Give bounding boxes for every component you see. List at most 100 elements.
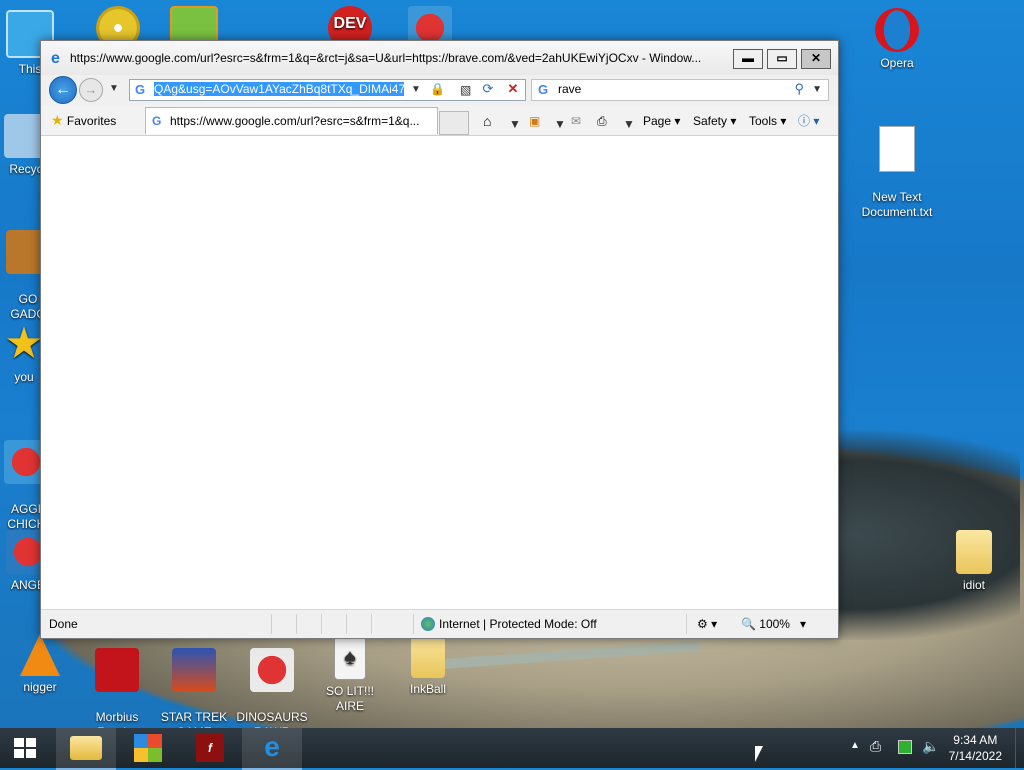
arrow-left-icon: ←: [55, 81, 71, 98]
windows-flag-icon: [134, 734, 162, 762]
search-options-dropdown-icon[interactable]: ▼: [812, 84, 822, 95]
feeds-icon[interactable]: ▣: [529, 111, 540, 131]
tab-current[interactable]: G https://www.google.com/url?esrc=s&frm=…: [145, 107, 438, 134]
clock-date: 7/14/2022: [948, 749, 1002, 763]
printer-icon[interactable]: ⎙: [870, 738, 881, 755]
address-dropdown-icon[interactable]: ▼: [411, 84, 421, 95]
desktop-icon-inkball[interactable]: InkBall: [392, 634, 464, 697]
favorites-label: Favorites: [66, 114, 117, 128]
desktop-icon-label: SO LIT!!! AIRE: [325, 684, 374, 713]
taskbar: f e ▲ ⎙ 🔈 9:34 AM 7/14/2022: [0, 728, 1024, 770]
explorer-icon: [70, 736, 102, 760]
star-wars-game-icon: [172, 648, 216, 692]
taskbar-app-explorer[interactable]: [56, 728, 116, 770]
status-divider: [686, 614, 687, 634]
taskbar-app-windows-flag[interactable]: [118, 728, 178, 768]
arrow-right-icon: →: [84, 82, 98, 97]
status-divider: [296, 614, 297, 634]
desktop-icon-opera[interactable]: Opera: [861, 8, 933, 71]
help-icon[interactable]: ⓘ ▾: [798, 111, 819, 131]
search-box[interactable]: G ⚲ ▼: [531, 79, 829, 101]
show-desktop-button[interactable]: [1015, 728, 1024, 768]
desktop-icon-label: InkBall: [409, 682, 447, 696]
google-icon: G: [135, 82, 146, 97]
feeds-dropdown-icon[interactable]: ▼: [554, 114, 566, 134]
folder-icon: [956, 530, 992, 574]
page-content[interactable]: [41, 136, 838, 610]
solitaire-icon: ♠: [334, 634, 366, 680]
globe-icon: [421, 617, 435, 631]
desktop-icon-vlc[interactable]: nigger: [4, 634, 76, 695]
navigation-bar: ← → ▼ G ▼ 🔒 ▧ ⟳ ✕ G ⚲ ▼: [41, 75, 838, 104]
tab-title: https://www.google.com/url?esrc=s&frm=1&…: [170, 114, 420, 128]
window-titlebar[interactable]: e https://www.google.com/url?esrc=s&frm=…: [41, 41, 838, 75]
window-title: https://www.google.com/url?esrc=s&frm=1&…: [70, 51, 702, 65]
tools-menu[interactable]: Tools ▾: [749, 111, 786, 131]
network-icon[interactable]: [898, 740, 912, 754]
system-tray: ▲ ⎙ 🔈 9:34 AM 7/14/2022: [834, 728, 1024, 768]
stop-icon[interactable]: ✕: [505, 81, 521, 97]
lock-icon[interactable]: 🔒: [430, 82, 445, 96]
history-dropdown-icon[interactable]: ▼: [109, 83, 119, 94]
desktop-icon-label: nigger: [23, 680, 57, 694]
clock-time: 9:34 AM: [953, 733, 998, 747]
popup-blocker-icon[interactable]: ⚙ ▾: [697, 614, 717, 634]
desktop-icon-new-text-document[interactable]: New Text Document.txt: [861, 112, 933, 234]
mouse-cursor-icon: [755, 746, 763, 762]
vlc-cone-icon: [20, 634, 60, 676]
desktop-icon-label: idiot: [962, 578, 985, 592]
page-menu[interactable]: Page ▾: [643, 111, 680, 131]
flash-icon: f: [196, 734, 224, 762]
taskbar-app-flash[interactable]: f: [180, 728, 240, 768]
internet-explorer-window[interactable]: e https://www.google.com/url?esrc=s&frm=…: [40, 40, 839, 639]
windows-logo-icon: [14, 738, 24, 747]
taskbar-app-internet-explorer[interactable]: e: [242, 728, 302, 770]
angry-bird-icon: [250, 648, 294, 692]
internet-explorer-icon: e: [51, 50, 60, 67]
forward-button[interactable]: →: [79, 78, 103, 102]
status-text: Done: [49, 617, 78, 631]
tools-menu-label: Tools: [749, 114, 778, 128]
desktop-icon-solitaire[interactable]: ♠ SO LIT!!! AIRE: [314, 634, 386, 714]
read-mail-icon[interactable]: ✉: [571, 111, 581, 131]
print-icon[interactable]: ⎙: [597, 111, 607, 131]
address-input[interactable]: [154, 82, 404, 96]
home-icon[interactable]: ⌂: [483, 111, 491, 131]
new-tab-button[interactable]: [439, 111, 469, 135]
search-input[interactable]: [558, 82, 758, 96]
windows-logo-icon: [14, 749, 24, 758]
volume-icon[interactable]: 🔈: [922, 738, 939, 755]
maximize-button[interactable]: ▭: [767, 49, 797, 69]
refresh-icon[interactable]: ⟳: [480, 81, 496, 97]
start-button[interactable]: [14, 738, 36, 758]
desktop-icon-idiot-folder[interactable]: idiot: [938, 530, 1010, 593]
clock[interactable]: 9:34 AM 7/14/2022: [949, 732, 1002, 764]
favorites-and-tab-bar: ★ Favorites G https://www.google.com/url…: [41, 105, 838, 136]
windows-logo-icon: [26, 749, 36, 758]
windows-logo-icon: [26, 738, 36, 747]
favorites-button[interactable]: ★ Favorites: [49, 109, 116, 131]
back-button[interactable]: ←: [49, 76, 77, 104]
status-divider: [413, 614, 414, 634]
pdf-reader-icon: [95, 648, 139, 692]
security-zone[interactable]: Internet | Protected Mode: Off: [421, 617, 597, 631]
show-hidden-icons-icon[interactable]: ▲: [850, 740, 860, 751]
google-icon: G: [152, 114, 162, 128]
safety-menu[interactable]: Safety ▾: [693, 111, 736, 131]
search-icon[interactable]: ⚲: [794, 81, 804, 97]
favorites-star-icon: ★: [51, 112, 64, 128]
zoom-level: 100%: [759, 617, 790, 631]
address-bar[interactable]: G ▼ 🔒 ▧: [129, 79, 526, 101]
status-divider: [321, 614, 322, 634]
page-menu-label: Page: [643, 114, 672, 128]
close-button[interactable]: ✕: [801, 49, 831, 69]
minimize-button[interactable]: ▬: [733, 49, 763, 69]
home-dropdown-icon[interactable]: ▼: [509, 114, 521, 134]
status-divider: [371, 614, 372, 634]
opera-icon: [875, 8, 919, 52]
zoom-control[interactable]: 🔍 100% ▾: [741, 617, 806, 631]
compatibility-view-icon[interactable]: ▧: [460, 83, 471, 97]
text-document-icon: [879, 126, 915, 172]
security-zone-label: Internet | Protected Mode: Off: [439, 617, 597, 631]
print-dropdown-icon[interactable]: ▼: [623, 114, 635, 134]
